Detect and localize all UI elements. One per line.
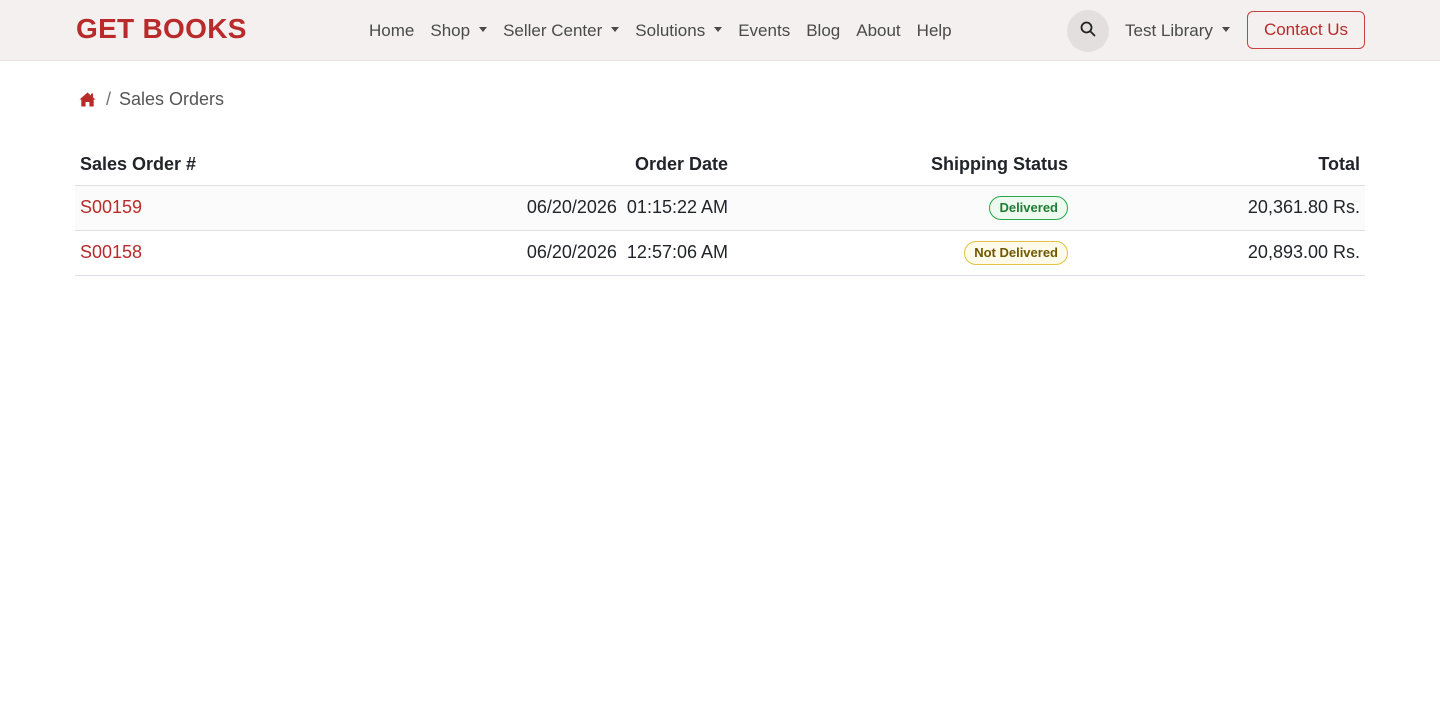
- navbar: GET BOOKS Home Shop Seller Center Soluti…: [0, 0, 1440, 61]
- order-date-cell: 06/20/2026 01:15:22 AM: [320, 185, 733, 231]
- nav-solutions[interactable]: Solutions: [627, 21, 730, 41]
- nav-help-label: Help: [916, 20, 952, 40]
- nav-blog-label: Blog: [806, 20, 841, 40]
- contact-us-button[interactable]: Contact Us: [1247, 11, 1365, 49]
- caret-down-icon: [714, 27, 723, 32]
- nav-about[interactable]: About: [848, 21, 908, 41]
- brand-logo[interactable]: GET BOOKS: [76, 13, 247, 45]
- caret-down-icon: [479, 27, 488, 32]
- table-header-row: Sales Order # Order Date Shipping Status…: [75, 145, 1365, 186]
- order-number-cell: S00158: [75, 230, 320, 276]
- nav-solutions-label: Solutions: [635, 20, 706, 40]
- main-nav: Home Shop Seller Center Solutions Events…: [361, 0, 960, 61]
- sales-orders-table: Sales Order # Order Date Shipping Status…: [75, 145, 1365, 276]
- table-row: S00158 06/20/2026 12:57:06 AM Not Delive…: [75, 230, 1365, 276]
- nav-help[interactable]: Help: [909, 21, 960, 41]
- nav-blog[interactable]: Blog: [798, 21, 848, 41]
- search-button[interactable]: [1067, 10, 1109, 52]
- order-link[interactable]: S00158: [80, 242, 142, 262]
- header-sales-order: Sales Order #: [75, 145, 320, 186]
- shipping-status-cell: Not Delivered: [733, 230, 1073, 276]
- nav-home-label: Home: [369, 20, 415, 40]
- status-badge: Delivered: [989, 195, 1068, 220]
- caret-down-icon: [611, 27, 620, 32]
- total-cell: 20,893.00 Rs.: [1073, 230, 1365, 276]
- breadcrumb-current: Sales Orders: [119, 89, 225, 109]
- nav-seller-center-label: Seller Center: [503, 20, 603, 40]
- caret-down-icon: [1221, 27, 1230, 32]
- order-date-cell: 06/20/2026 12:57:06 AM: [320, 230, 733, 276]
- breadcrumb-separator: /: [106, 89, 112, 109]
- table-row: S00159 06/20/2026 01:15:22 AM Delivered …: [75, 185, 1365, 231]
- nav-shop[interactable]: Shop: [422, 21, 495, 41]
- shipping-status-cell: Delivered: [733, 185, 1073, 231]
- nav-home[interactable]: Home: [361, 21, 422, 41]
- nav-about-label: About: [856, 20, 901, 40]
- search-icon: [1080, 21, 1096, 42]
- home-icon[interactable]: [79, 92, 96, 107]
- breadcrumb: / Sales Orders: [79, 89, 224, 110]
- total-cell: 20,361.80 Rs.: [1073, 185, 1365, 231]
- order-link[interactable]: S00159: [80, 197, 142, 217]
- nav-shop-label: Shop: [430, 20, 471, 40]
- order-number-cell: S00159: [75, 185, 320, 231]
- nav-events[interactable]: Events: [730, 21, 798, 41]
- header-order-date: Order Date: [320, 145, 733, 186]
- header-shipping-status: Shipping Status: [733, 145, 1073, 186]
- header-total: Total: [1073, 145, 1365, 186]
- nav-events-label: Events: [738, 20, 791, 40]
- user-menu-label: Test Library: [1125, 20, 1213, 40]
- status-badge: Not Delivered: [964, 240, 1068, 265]
- nav-seller-center[interactable]: Seller Center: [495, 21, 627, 41]
- user-menu[interactable]: Test Library: [1125, 0, 1230, 61]
